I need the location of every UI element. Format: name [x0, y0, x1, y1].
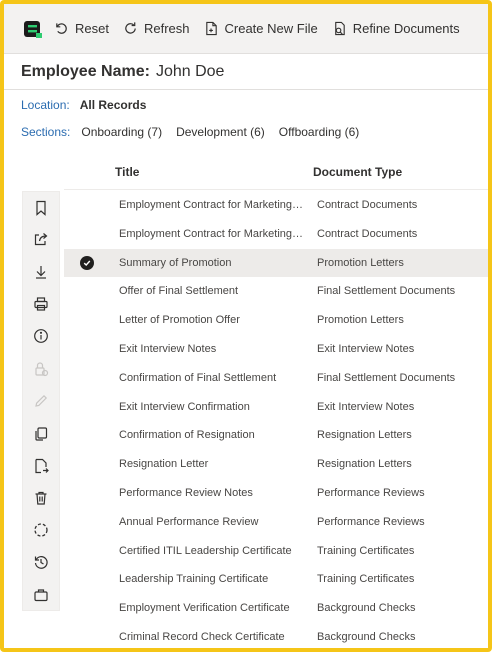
- app-window: Reset Refresh Create New File Refine Doc…: [0, 0, 492, 652]
- table-row[interactable]: Employment Verification Certificate Backg…: [64, 594, 488, 623]
- download-icon[interactable]: [32, 263, 50, 281]
- row-title: Annual Performance Review: [119, 515, 259, 528]
- selected-check-icon[interactable]: [80, 255, 94, 270]
- history-icon[interactable]: [32, 553, 50, 571]
- move-file-icon[interactable]: [32, 457, 50, 475]
- table-row[interactable]: Offer of Final Settlement Final Settlemen…: [64, 277, 488, 306]
- refresh-icon: [125, 22, 136, 34]
- row-document-type: Contract Documents: [317, 199, 418, 211]
- table-row[interactable]: Letter of Promotion Offer Promotion Lette…: [64, 306, 488, 335]
- document-list: Employment Contract for Marketing… Contra…: [64, 191, 488, 648]
- employee-name-label: Employee Name:: [21, 62, 150, 80]
- row-document-type: Final Settlement Documents: [317, 371, 456, 384]
- info-icon[interactable]: [32, 327, 50, 345]
- table-row[interactable]: Leadership Training Certificate Training …: [64, 565, 488, 594]
- table-row[interactable]: Performance Review Notes Performance Revi…: [64, 479, 488, 508]
- row-title: Exit Interview Confirmation: [119, 400, 250, 413]
- employee-name-value: John Doe: [155, 62, 225, 80]
- table-row[interactable]: Certified ITIL Leadership Certificate Tra…: [64, 537, 488, 566]
- row-document-type: Performance Reviews: [317, 486, 425, 499]
- row-title: Leadership Training Certificate: [119, 573, 269, 586]
- row-document-type: Contract Documents: [317, 227, 418, 240]
- column-header-title[interactable]: Title: [115, 165, 139, 179]
- section-offboarding[interactable]: Offboarding (6): [279, 125, 360, 139]
- reset-button[interactable]: Reset: [54, 15, 109, 43]
- briefcase-icon[interactable]: [32, 586, 50, 604]
- app-logo-icon: [22, 18, 44, 40]
- row-title: Resignation Letter: [119, 458, 209, 471]
- table-row[interactable]: Resignation Letter Resignation Letters: [64, 450, 488, 479]
- print-icon[interactable]: [32, 295, 50, 313]
- row-title: Offer of Final Settlement: [119, 285, 239, 298]
- row-document-type: Training Certificates: [317, 573, 415, 586]
- row-document-type: Promotion Letters: [317, 256, 404, 269]
- bookmark-icon[interactable]: [32, 199, 50, 217]
- row-document-type: Performance Reviews: [317, 515, 425, 528]
- table-header: Title Document Type: [64, 154, 488, 190]
- row-document-type: Resignation Letters: [317, 429, 412, 442]
- delete-icon[interactable]: [32, 489, 50, 507]
- row-document-type: Promotion Letters: [317, 314, 404, 327]
- lock-icon: [32, 360, 50, 378]
- employee-header: Employee Name: John Doe: [4, 54, 488, 90]
- row-title: Confirmation of Final Settlement: [119, 371, 277, 384]
- row-title: Confirmation of Resignation: [119, 429, 255, 442]
- sync-icon[interactable]: [32, 521, 50, 539]
- create-new-file-button[interactable]: Create New File: [204, 15, 318, 43]
- row-title: Performance Review Notes: [119, 486, 253, 499]
- row-document-type: Final Settlement Documents: [317, 285, 456, 298]
- table-row[interactable]: Exit Interview Confirmation Exit Intervie…: [64, 393, 488, 422]
- row-title: Summary of Promotion: [119, 256, 232, 269]
- row-document-type: Exit Interview Notes: [317, 400, 415, 413]
- edit-icon: [32, 392, 50, 410]
- table-row[interactable]: Criminal Record Check Certificate Backgro…: [64, 623, 488, 648]
- table-row[interactable]: Annual Performance Review Performance Rev…: [64, 508, 488, 537]
- action-sidebar: [22, 191, 60, 611]
- refine-documents-label: Refine Documents: [352, 21, 460, 36]
- table-row[interactable]: Summary of Promotion Promotion Letters: [64, 248, 488, 278]
- location-row: Location: All Records: [21, 96, 146, 114]
- row-title: Employment Contract for Marketing…: [119, 199, 304, 211]
- row-document-type: Training Certificates: [317, 544, 415, 557]
- location-label: Location:: [21, 98, 70, 112]
- row-title: Criminal Record Check Certificate: [119, 630, 285, 643]
- reset-label: Reset: [75, 21, 109, 36]
- share-icon[interactable]: [32, 230, 50, 248]
- table-row[interactable]: Confirmation of Resignation Resignation L…: [64, 421, 488, 450]
- row-document-type: Background Checks: [317, 630, 416, 643]
- row-document-type: Background Checks: [317, 602, 416, 615]
- sections-row: Sections: Onboarding (7) Development (6)…: [21, 123, 373, 141]
- refresh-button[interactable]: Refresh: [123, 15, 190, 43]
- new-file-icon: [205, 21, 217, 36]
- sections-label: Sections:: [21, 125, 71, 139]
- table-row[interactable]: Employment Contract for Marketing… Contra…: [64, 220, 488, 249]
- copy-icon[interactable]: [32, 425, 50, 443]
- refresh-label: Refresh: [143, 21, 190, 36]
- row-title: Exit Interview Notes: [119, 342, 217, 355]
- toolbar: Reset Refresh Create New File Refine Doc…: [4, 4, 488, 54]
- section-onboarding[interactable]: Onboarding (7): [81, 125, 162, 139]
- row-title: Certified ITIL Leadership Certificate: [119, 544, 292, 557]
- row-title: Employment Verification Certificate: [119, 602, 290, 615]
- column-header-document-type[interactable]: Document Type: [313, 165, 402, 179]
- location-value[interactable]: All Records: [80, 98, 147, 112]
- section-development[interactable]: Development (6): [176, 125, 265, 139]
- row-document-type: Resignation Letters: [317, 458, 412, 471]
- table-row[interactable]: Employment Contract for Marketing… Contra…: [64, 191, 488, 220]
- table-row[interactable]: Confirmation of Final Settlement Final Se…: [64, 364, 488, 393]
- row-document-type: Exit Interview Notes: [317, 342, 415, 355]
- row-title: Employment Contract for Marketing…: [119, 227, 304, 240]
- refine-documents-icon: [334, 21, 345, 36]
- reset-icon: [56, 23, 67, 34]
- refine-documents-button[interactable]: Refine Documents: [332, 15, 460, 43]
- row-title: Letter of Promotion Offer: [119, 314, 240, 327]
- create-new-file-label: Create New File: [224, 21, 318, 36]
- table-row[interactable]: Exit Interview Notes Exit Interview Notes: [64, 335, 488, 364]
